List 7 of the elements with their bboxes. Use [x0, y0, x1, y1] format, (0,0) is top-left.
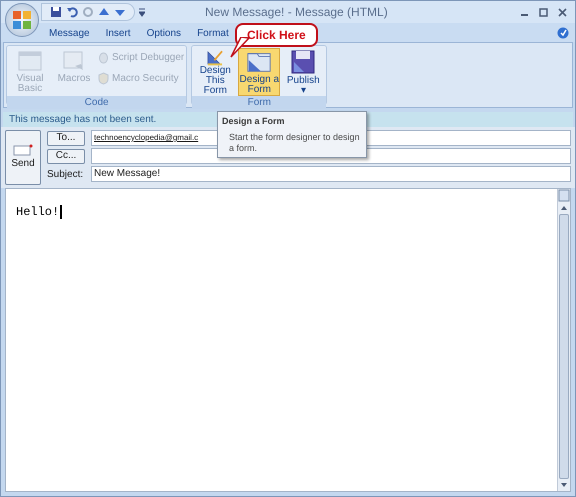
field-label: Subject:	[47, 168, 84, 182]
window-title: New Message! - Message (HTML)	[205, 4, 388, 21]
body-text: Hello!	[16, 205, 62, 219]
group-label: Form	[192, 96, 326, 109]
tooltip-text: Start the form designer to design a form.	[228, 132, 361, 154]
tooltip-title: Design a Form	[222, 115, 286, 128]
group-label: Code	[7, 96, 186, 109]
